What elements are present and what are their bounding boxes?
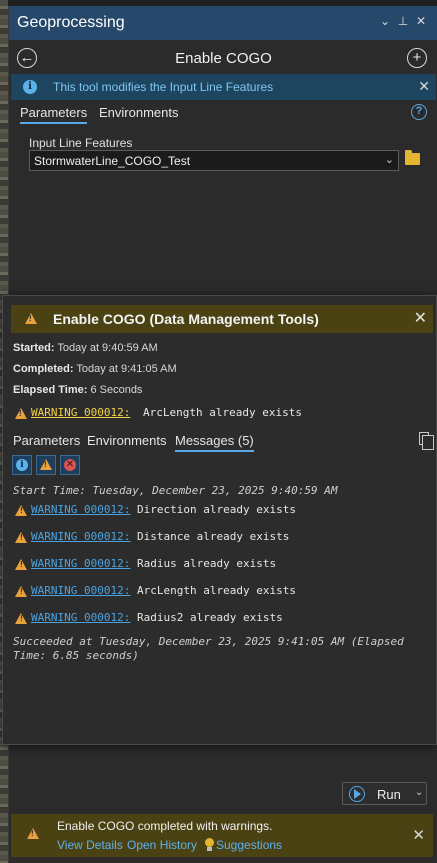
- pane-title: Geoprocessing: [17, 14, 125, 31]
- info-banner-text: This tool modifies the Input Line Featur…: [53, 80, 274, 94]
- info-icon: i: [23, 80, 37, 94]
- status-message: Enable COGO completed with warnings.: [57, 819, 273, 833]
- elapsed-value: 6 Seconds: [90, 384, 143, 396]
- error-icon: ✕: [64, 459, 76, 471]
- completed-value: Today at 9:41:05 AM: [76, 363, 177, 375]
- info-icon: i: [16, 459, 28, 471]
- completed-label: Completed:: [13, 363, 74, 375]
- pane-header: Geoprocessing ⌄ ⊥ ✕: [9, 6, 437, 40]
- warning-icon: [15, 408, 27, 419]
- warning-icon: [27, 828, 39, 839]
- run-play-icon: [349, 786, 365, 802]
- warning-code-link[interactable]: WARNING 000012:: [31, 530, 130, 543]
- message-text: Distance already exists: [137, 530, 290, 543]
- message-popup: Enable COGO (Data Management Tools) ✕ St…: [2, 295, 437, 745]
- tool-title: Enable COGO: [175, 50, 272, 67]
- started-label: Started:: [13, 342, 55, 354]
- elapsed-row: Elapsed Time: 6 Seconds: [13, 384, 142, 396]
- message-text: Direction already exists: [137, 503, 296, 516]
- warning-icon: [15, 586, 27, 597]
- open-history-link[interactable]: Open History: [127, 838, 197, 852]
- copy-icon[interactable]: [419, 432, 434, 450]
- run-label: Run: [377, 787, 401, 802]
- warning-code-link[interactable]: WARNING 000012:: [31, 503, 130, 516]
- warning-icon: [15, 559, 27, 570]
- popup-title: Enable COGO (Data Management Tools): [53, 311, 319, 327]
- filter-error-button[interactable]: ✕: [60, 455, 80, 475]
- tab-parameters[interactable]: Parameters: [20, 105, 88, 124]
- popup-tabs: Parameters Environments Messages (5): [3, 430, 436, 454]
- popup-header: Enable COGO (Data Management Tools) ✕: [11, 305, 433, 333]
- chevron-down-icon[interactable]: ⌄: [385, 153, 394, 166]
- info-banner-close-icon[interactable]: ✕: [418, 78, 430, 95]
- lightbulb-icon: [205, 838, 214, 852]
- view-details-link[interactable]: View Details: [57, 838, 123, 852]
- warning-code-link[interactable]: WARNING 000012:: [31, 584, 130, 597]
- status-close-icon[interactable]: ✕: [412, 826, 425, 844]
- popup-tab-parameters[interactable]: Parameters: [13, 433, 80, 450]
- input-line-features-select[interactable]: StormwaterLine_COGO_Test ⌄: [29, 150, 399, 171]
- succeeded-text: Succeeded at Tuesday, December 23, 2025 …: [13, 635, 404, 662]
- elapsed-label: Elapsed Time:: [13, 384, 88, 396]
- warning-icon: [15, 532, 27, 543]
- suggestions-link[interactable]: Suggestions: [216, 838, 282, 852]
- input-line-features-label: Input Line Features: [29, 136, 133, 150]
- warning-code-link[interactable]: WARNING 000012:: [31, 611, 130, 624]
- main-warning-code-link[interactable]: WARNING 000012:: [31, 406, 130, 419]
- started-value: Today at 9:40:59 AM: [57, 342, 158, 354]
- message-text: Radius already exists: [137, 557, 277, 570]
- warning-icon: [25, 313, 37, 324]
- tab-environments[interactable]: Environments: [99, 105, 178, 122]
- filter-warning-button[interactable]: [36, 455, 56, 475]
- info-banner: i This tool modifies the Input Line Feat…: [11, 74, 436, 100]
- warning-icon: [40, 459, 52, 470]
- popup-tab-environments[interactable]: Environments: [87, 433, 166, 450]
- main-warning-text: ArcLength already exists: [143, 406, 302, 419]
- warning-icon: [15, 613, 27, 624]
- status-bar: Enable COGO completed with warnings. Vie…: [11, 814, 433, 857]
- warning-icon: [15, 505, 27, 516]
- help-icon[interactable]: ?: [411, 104, 427, 120]
- filter-info-button[interactable]: i: [12, 455, 32, 475]
- pane-close-icon[interactable]: ✕: [413, 14, 429, 28]
- input-line-features-value: StormwaterLine_COGO_Test: [34, 154, 191, 168]
- completed-row: Completed: Today at 9:41:05 AM: [13, 363, 177, 375]
- run-button[interactable]: Run ⌄: [342, 782, 427, 805]
- popup-tab-messages[interactable]: Messages (5): [175, 433, 254, 452]
- message-text: ArcLength already exists: [137, 584, 296, 597]
- tool-tabs: Parameters Environments ?: [9, 102, 437, 128]
- pane-options-chevron-icon[interactable]: ⌄: [377, 14, 393, 28]
- started-row: Started: Today at 9:40:59 AM: [13, 342, 158, 354]
- message-text: Radius2 already exists: [137, 611, 283, 624]
- popup-close-icon[interactable]: ✕: [414, 308, 427, 328]
- start-time-text: Start Time: Tuesday, December 23, 2025 9…: [13, 484, 338, 497]
- pin-icon[interactable]: ⊥: [395, 14, 411, 28]
- warning-code-link[interactable]: WARNING 000012:: [31, 557, 130, 570]
- run-chevron-down-icon[interactable]: ⌄: [415, 787, 423, 798]
- tool-nav-row: ← Enable COGO +: [9, 40, 437, 76]
- add-plus-icon[interactable]: +: [407, 48, 427, 68]
- browse-folder-icon[interactable]: [405, 150, 420, 165]
